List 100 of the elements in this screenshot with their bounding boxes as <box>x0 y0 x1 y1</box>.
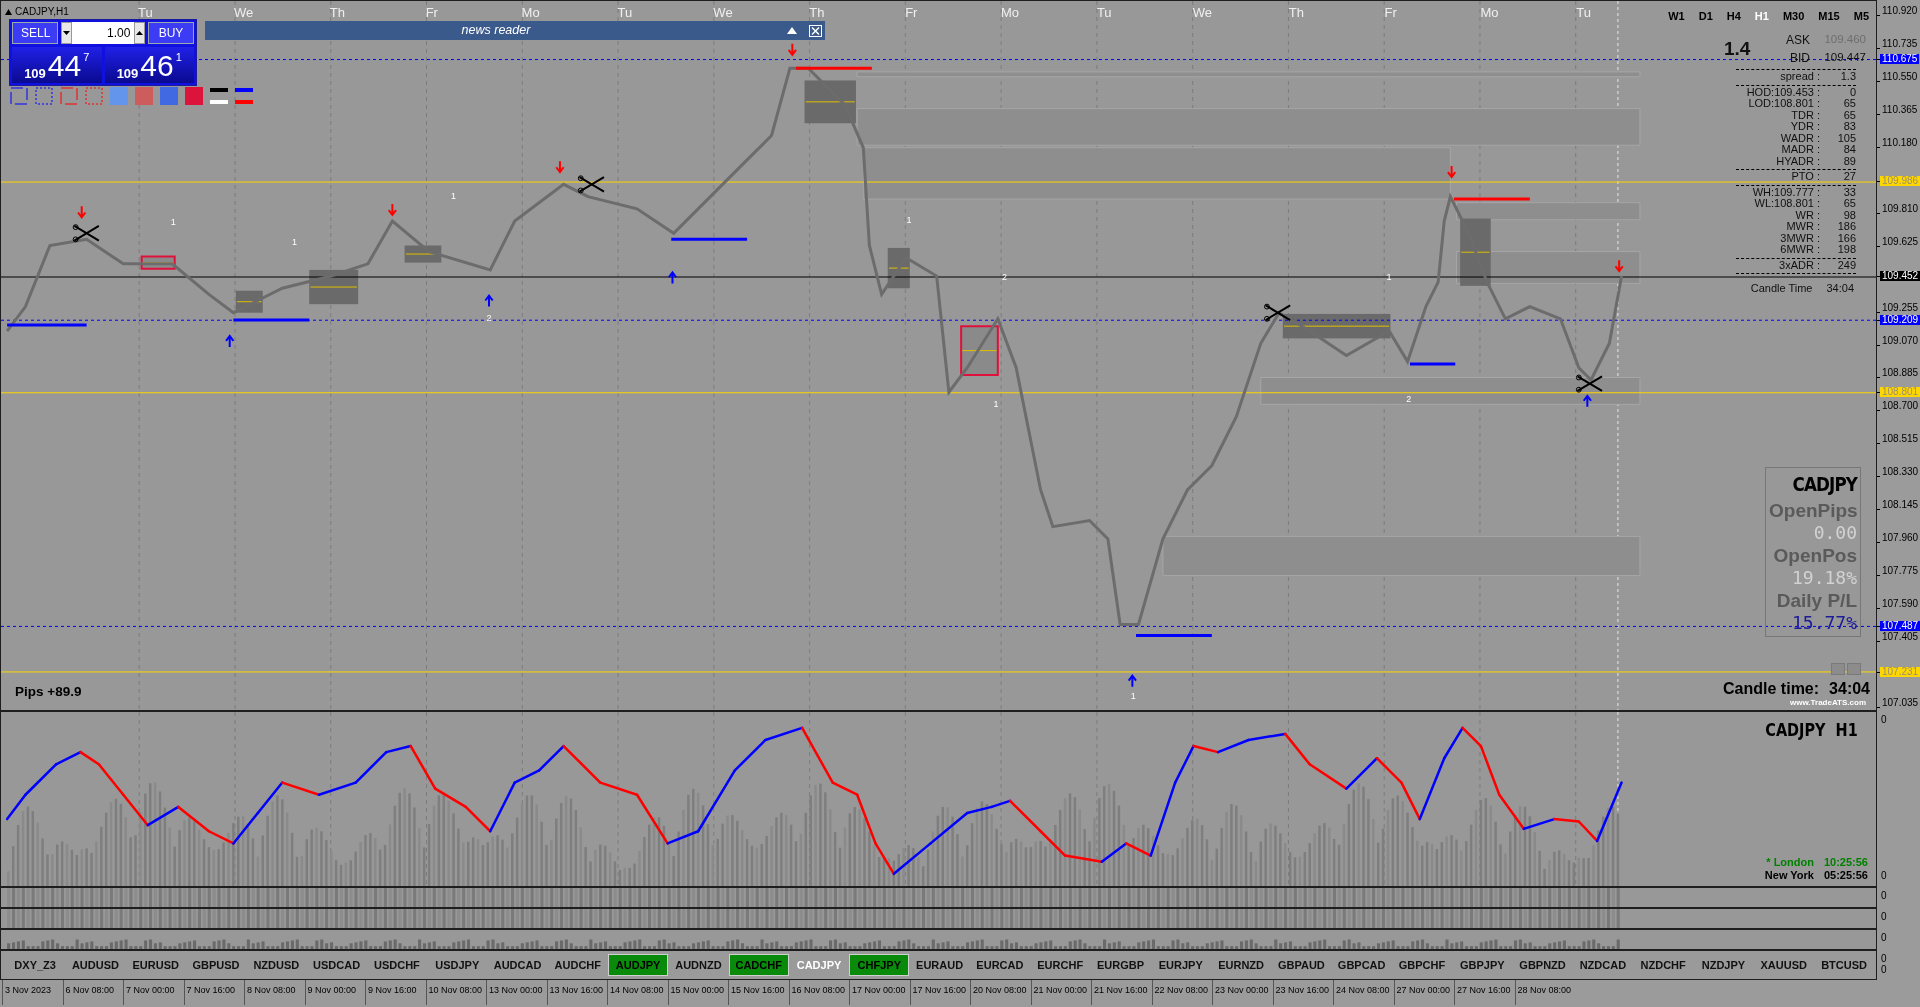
buy-button[interactable]: BUY <box>148 22 194 44</box>
dashed-square-icon <box>35 87 53 105</box>
symbol-button[interactable]: EURAUD <box>909 953 970 977</box>
symbol-button[interactable]: GBPCAD <box>1331 953 1392 977</box>
price-zone-box <box>960 325 999 377</box>
symbol-button[interactable]: AUDJPY <box>607 953 669 977</box>
price-marker: 110.675 <box>1880 53 1920 64</box>
down-arrow-icon <box>1446 165 1457 179</box>
small-squares-icon <box>1831 663 1861 675</box>
lot-decrease-button[interactable] <box>61 22 72 44</box>
timeframe-tab[interactable]: M15 <box>1813 6 1845 27</box>
symbol-button[interactable]: NZDCHF <box>1633 953 1694 977</box>
scissors-icon <box>1263 303 1292 322</box>
timeframe-tab[interactable]: M5 <box>1848 6 1874 27</box>
session-name: New York <box>1764 869 1814 882</box>
timeframe-tab[interactable]: W1 <box>1663 6 1690 27</box>
symbol-button[interactable]: AUDNZD <box>668 953 729 977</box>
symbol-button[interactable]: USDJPY <box>427 953 488 977</box>
symbol-button[interactable]: EURNZD <box>1210 953 1272 977</box>
swing-count-label: 1 <box>291 238 297 248</box>
stat-label: LOD:108.801 : <box>1747 98 1820 110</box>
price-label: 107.590 <box>1881 599 1920 610</box>
symbol-button[interactable]: GBPCHF <box>1391 953 1453 977</box>
time-label: 7 Nov 00:00 <box>123 980 184 1005</box>
symbol-button[interactable]: AUDCAD <box>487 953 548 977</box>
pips-label: Pips +89.9 <box>15 683 82 701</box>
symbol-name: CADJPY <box>1791 472 1857 497</box>
symbol-button[interactable]: DXY_Z3 <box>5 953 66 977</box>
symbol-button[interactable]: EURGBP <box>1090 953 1151 977</box>
price-label: 107.960 <box>1881 533 1920 544</box>
timeframe-tab[interactable]: M30 <box>1777 6 1810 27</box>
time-label: 13 Nov 16:00 <box>546 980 607 1005</box>
stat-value: 98 <box>1842 209 1856 221</box>
color-swatch-icon <box>110 87 128 105</box>
time-label: 28 Nov 08:00 <box>1514 980 1575 1005</box>
symbol-button[interactable]: GBPUSD <box>185 953 247 977</box>
sell-button[interactable]: SELL <box>12 22 58 44</box>
stat-value: 15.77% <box>1790 611 1857 634</box>
symbol-button[interactable]: EURJPY <box>1150 953 1211 977</box>
timeframe-tab[interactable]: D1 <box>1693 6 1718 27</box>
stat-label: spread : <box>1779 71 1820 83</box>
symbol-button[interactable]: GBPNZD <box>1512 953 1573 977</box>
symbol-button[interactable]: USDCHF <box>366 953 428 977</box>
symbol-button[interactable]: GBPJPY <box>1452 953 1513 977</box>
stat-label: PTO : <box>1790 171 1820 183</box>
price-marker: 108.801 <box>1880 387 1920 398</box>
price-marker: 109.452 <box>1880 271 1920 282</box>
price-label: 110.735 <box>1881 38 1919 49</box>
down-arrow-icon <box>387 202 398 217</box>
symbol-button[interactable]: NZDUSD <box>246 953 307 977</box>
symbol-button[interactable]: AUDCHF <box>547 953 608 977</box>
stat-value: 0 <box>1848 86 1856 98</box>
quote-value: 109.447 <box>1823 50 1866 66</box>
lot-increase-button[interactable] <box>134 22 145 44</box>
scissors-icon <box>577 175 605 194</box>
symbol-button[interactable]: NZDJPY <box>1693 953 1754 977</box>
candle-time-value: 34:04 <box>1826 281 1854 296</box>
down-arrow-icon <box>787 42 797 57</box>
symbol-button[interactable]: CHFJPY <box>849 953 910 977</box>
stat-label: OpenPips <box>1769 498 1857 522</box>
day-label: Tu <box>617 4 634 22</box>
stat-label: HOD:109.453 : <box>1745 86 1820 98</box>
price-marker: 109.986 <box>1880 176 1920 187</box>
symbol-button[interactable]: NZDCAD <box>1572 953 1633 977</box>
stat-label: MADR : <box>1780 144 1820 156</box>
price-label: 108.700 <box>1881 401 1920 412</box>
price-marker: 107.231 <box>1880 667 1920 678</box>
stat-value: 27 <box>1842 171 1856 183</box>
price-label: 110.920 <box>1881 6 1919 16</box>
time-label: 6 Nov 08:00 <box>62 980 123 1005</box>
symbol-button[interactable]: XAUUSD <box>1753 953 1814 977</box>
symbol-button[interactable]: CADCHF <box>728 953 789 977</box>
stat-value: 89 <box>1842 155 1856 167</box>
stat-label: 6MWR : <box>1779 244 1820 256</box>
symbol-button[interactable]: EURCAD <box>969 953 1031 977</box>
up-arrow-icon <box>1582 394 1592 408</box>
swing-count-label: 1 <box>1386 272 1392 282</box>
symbol-button[interactable]: BTCUSD <box>1813 953 1875 977</box>
symbol-button[interactable]: EURUSD <box>125 953 186 977</box>
price-marker: 109.209 <box>1880 314 1920 325</box>
close-icon <box>809 24 822 37</box>
price-label: 110.550 <box>1881 71 1919 82</box>
swing-count-label: 1 <box>451 191 457 201</box>
stat-label: TDR : <box>1790 109 1820 121</box>
swing-count-label: 1 <box>906 216 912 226</box>
lot-size-field[interactable]: 1.00 <box>61 22 145 44</box>
symbol-button[interactable]: GBPAUD <box>1271 953 1332 977</box>
time-label: 17 Nov 00:00 <box>849 980 910 1005</box>
time-label: 17 Nov 16:00 <box>909 980 970 1005</box>
time-label: 21 Nov 16:00 <box>1091 980 1152 1005</box>
triangle-up-icon <box>5 8 12 15</box>
news-reader-title: news reader <box>460 22 532 40</box>
symbol-button[interactable]: EURCHF <box>1030 953 1091 977</box>
price-label: 110.365 <box>1881 104 1919 115</box>
session-time: 05:25:56 <box>1823 869 1868 882</box>
stat-value: 65 <box>1842 198 1856 210</box>
symbol-button[interactable]: AUDUSD <box>65 953 126 977</box>
candle-time-value: 34:04 <box>1829 679 1870 699</box>
symbol-button[interactable]: USDCAD <box>306 953 367 977</box>
timeframe-tab[interactable]: H4 <box>1721 6 1746 27</box>
